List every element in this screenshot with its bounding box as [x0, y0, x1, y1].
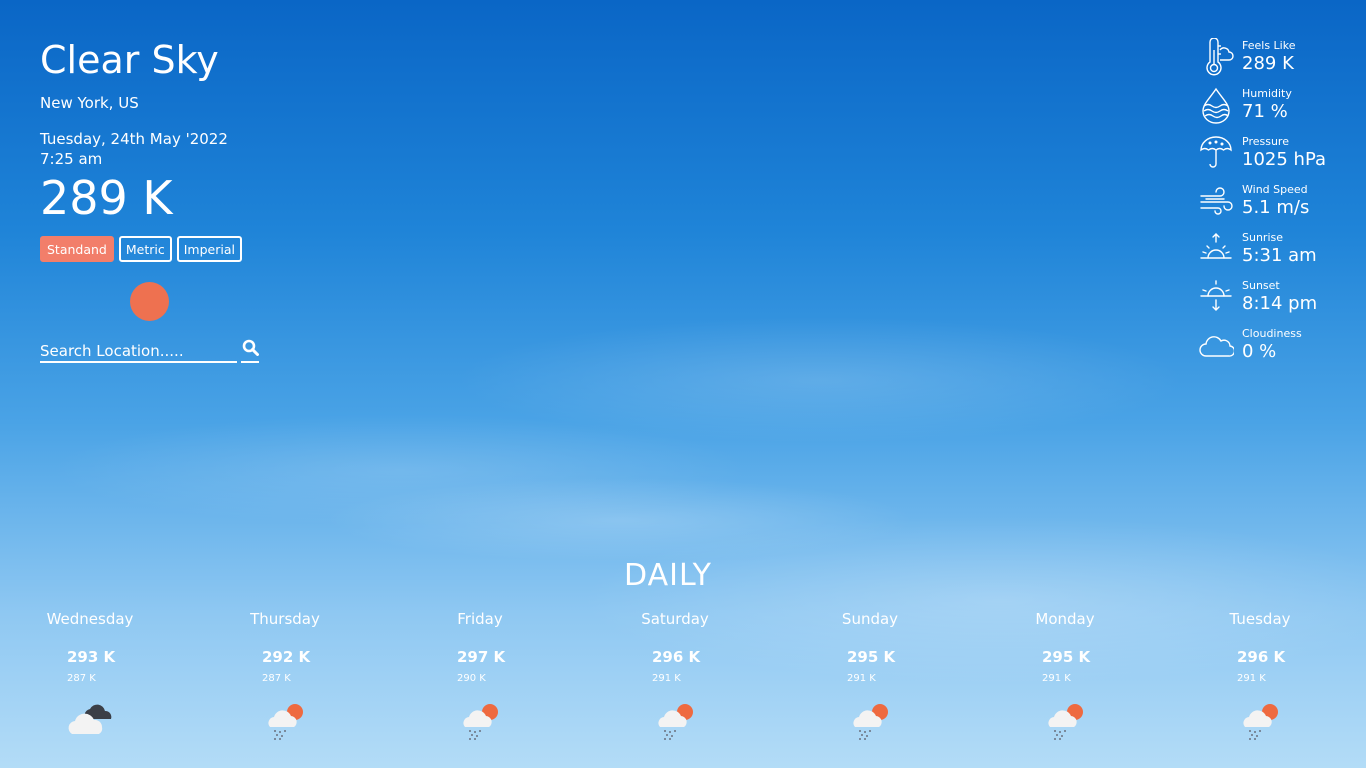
stat-wind-speed: Wind Speed 5.1 m/s	[1198, 182, 1358, 230]
sunrise-icon	[1200, 233, 1232, 259]
day-max-temp: 292 K	[262, 648, 311, 666]
day-min-temp: 287 K	[262, 673, 291, 684]
sun-cloud-rain-icon	[1048, 704, 1083, 740]
stat-humidity: Humidity 71 %	[1198, 86, 1358, 134]
stat-value: 289 K	[1242, 53, 1294, 74]
day-max-temp: 293 K	[67, 648, 116, 666]
search-input[interactable]	[40, 342, 237, 363]
day-max-temp: 296 K	[652, 648, 701, 666]
cloudy-dark-icon	[68, 704, 112, 734]
sun-cloud-rain-icon	[853, 704, 888, 740]
weather-description: Clear Sky	[40, 38, 219, 82]
stat-value: 71 %	[1242, 101, 1288, 122]
stat-label: Feels Like	[1242, 39, 1296, 52]
day-min-temp: 287 K	[67, 673, 96, 684]
day-min-temp: 290 K	[457, 673, 486, 684]
humidity-drop-icon	[1202, 87, 1230, 124]
sun-cloud-rain-icon	[268, 704, 303, 740]
forecast-day-card: Sunday 295 K 291 K	[772, 610, 968, 740]
search-bar	[40, 339, 260, 363]
unit-toggle-group: Standand Metric Imperial	[40, 236, 300, 262]
stat-value: 5:31 am	[1242, 245, 1317, 266]
stat-pressure: Pressure 1025 hPa	[1198, 134, 1358, 182]
stat-label: Sunrise	[1242, 231, 1284, 244]
stat-label: Pressure	[1242, 135, 1289, 148]
current-weather-panel: Clear Sky New York, US Tuesday, 24th May…	[40, 36, 300, 363]
day-name: Sunday	[841, 610, 899, 628]
stat-value: 1025 hPa	[1242, 149, 1327, 170]
day-name: Tuesday	[1229, 610, 1291, 628]
sun-cloud-rain-icon	[463, 704, 498, 740]
search-button[interactable]	[241, 339, 259, 363]
unit-standard-button[interactable]: Standand	[40, 236, 114, 262]
stat-cloudiness: Cloudiness 0 %	[1198, 326, 1358, 374]
thermometer-icon	[1206, 38, 1234, 76]
day-min-temp: 291 K	[652, 673, 681, 684]
day-max-temp: 295 K	[1042, 648, 1091, 666]
weather-stats-panel: Feels Like 289 K Humidity 71 % Pressure …	[1198, 38, 1358, 374]
day-min-temp: 291 K	[1237, 673, 1266, 684]
loading-indicator	[130, 282, 169, 321]
stat-label: Wind Speed	[1242, 183, 1308, 196]
forecast-day-card: Monday 295 K 291 K	[967, 610, 1163, 740]
location-label: New York, US	[40, 94, 139, 112]
day-max-temp: 295 K	[847, 648, 896, 666]
forecast-day-card: Wednesday 293 K 287 K	[0, 610, 188, 734]
day-max-temp: 297 K	[457, 648, 506, 666]
day-name: Wednesday	[46, 610, 134, 628]
unit-metric-button[interactable]: Metric	[118, 236, 172, 262]
forecast-day-card: Friday 297 K 290 K	[382, 610, 578, 740]
time-label: 7:25 am	[40, 150, 103, 168]
day-name: Saturday	[641, 610, 709, 628]
wind-icon	[1200, 187, 1233, 215]
forecast-day-card: Thursday 292 K 287 K	[187, 610, 383, 740]
stat-value: 5.1 m/s	[1242, 197, 1310, 218]
sunset-icon	[1200, 280, 1232, 311]
cloud-icon	[1199, 336, 1234, 357]
stat-sunset: Sunset 8:14 pm	[1198, 278, 1358, 326]
unit-imperial-button[interactable]: Imperial	[176, 236, 242, 262]
day-name: Monday	[1035, 610, 1095, 628]
stat-value: 0 %	[1242, 341, 1277, 362]
stat-sunrise: Sunrise 5:31 am	[1198, 230, 1358, 278]
sun-cloud-rain-icon	[658, 704, 693, 740]
date-label: Tuesday, 24th May '2022	[40, 130, 228, 148]
day-min-temp: 291 K	[847, 673, 876, 684]
day-name: Friday	[457, 610, 503, 628]
current-temperature: 289 K	[40, 171, 173, 225]
day-min-temp: 291 K	[1042, 673, 1071, 684]
umbrella-icon	[1200, 136, 1232, 168]
forecast-day-card: Saturday 296 K 291 K	[577, 610, 773, 740]
stat-value: 8:14 pm	[1242, 293, 1318, 314]
stat-label: Humidity	[1242, 87, 1292, 100]
stat-feels-like: Feels Like 289 K	[1198, 38, 1358, 86]
day-max-temp: 296 K	[1237, 648, 1286, 666]
stat-label: Sunset	[1242, 279, 1280, 292]
daily-heading: DAILY	[624, 558, 712, 593]
day-name: Thursday	[250, 610, 320, 628]
search-icon	[242, 339, 259, 356]
stat-label: Cloudiness	[1242, 327, 1302, 340]
forecast-day-card: Tuesday 296 K 291 K	[1162, 610, 1358, 740]
sun-cloud-rain-icon	[1243, 704, 1278, 740]
